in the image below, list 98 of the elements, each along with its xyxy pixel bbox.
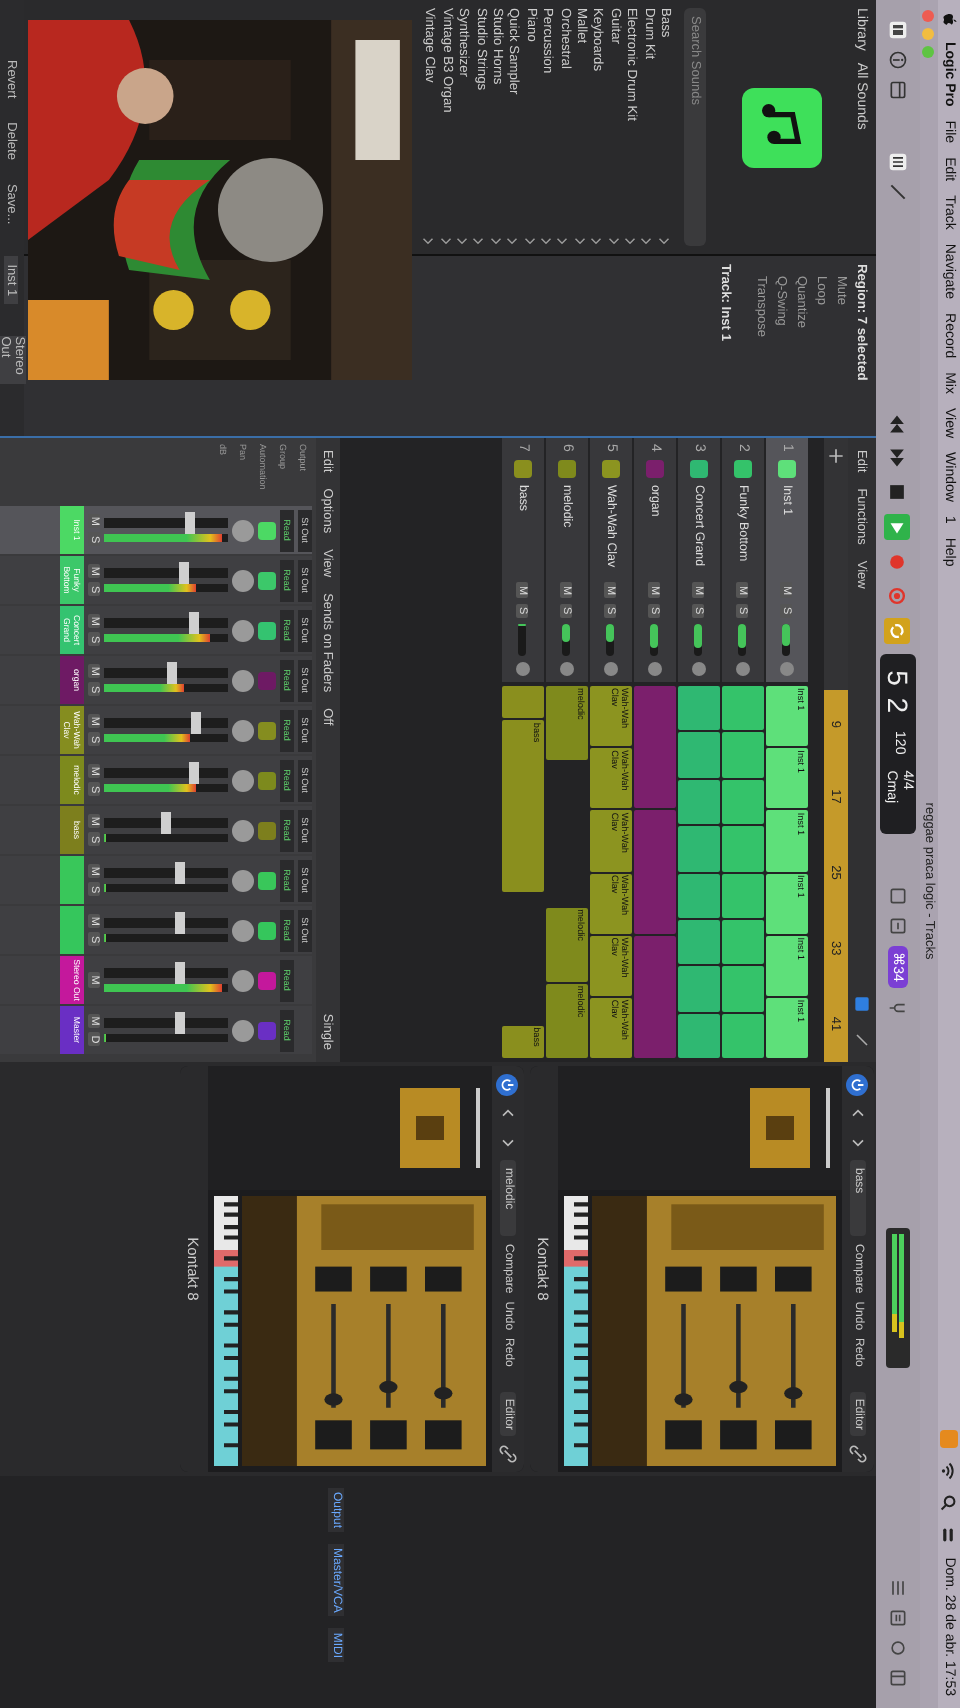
pan-knob[interactable] bbox=[232, 919, 254, 941]
channel-icon bbox=[258, 571, 276, 589]
volume-fader[interactable] bbox=[104, 668, 228, 678]
pan-knob[interactable] bbox=[232, 619, 254, 641]
channel-icon bbox=[258, 871, 276, 889]
pan-knob[interactable] bbox=[516, 662, 530, 676]
library-icon[interactable] bbox=[888, 20, 908, 40]
channel-icon bbox=[258, 971, 276, 989]
channel-icon bbox=[258, 1021, 276, 1039]
play-button[interactable] bbox=[885, 514, 911, 541]
midi-region[interactable] bbox=[722, 1013, 764, 1058]
channel-icon bbox=[258, 621, 276, 639]
toolbar-icon[interactable] bbox=[888, 80, 908, 100]
volume-fader[interactable] bbox=[104, 918, 228, 928]
pan-knob[interactable] bbox=[232, 869, 254, 891]
channel-icon bbox=[258, 671, 276, 689]
volume-fader[interactable] bbox=[104, 868, 228, 878]
volume-fader[interactable] bbox=[104, 968, 228, 978]
pan-knob[interactable] bbox=[232, 819, 254, 841]
midi-region[interactable] bbox=[678, 779, 720, 825]
fast-forward-button[interactable] bbox=[887, 446, 909, 471]
volume-slider[interactable] bbox=[607, 623, 615, 656]
level-meter bbox=[104, 534, 228, 542]
pan-knob[interactable] bbox=[648, 662, 662, 676]
metronome-icon[interactable] bbox=[888, 916, 908, 937]
search-icon[interactable] bbox=[941, 1493, 957, 1512]
midi-region[interactable] bbox=[678, 919, 720, 965]
midi-region[interactable] bbox=[678, 873, 720, 918]
link-icon[interactable] bbox=[498, 1444, 518, 1464]
rewind-button[interactable] bbox=[887, 412, 909, 437]
level-meter bbox=[104, 984, 228, 992]
volume-fader[interactable] bbox=[104, 618, 228, 628]
pan-knob[interactable] bbox=[736, 662, 750, 676]
midi-region[interactable] bbox=[502, 686, 544, 719]
midi-region[interactable] bbox=[678, 686, 720, 731]
info-icon[interactable] bbox=[888, 50, 908, 70]
channel-icon bbox=[258, 821, 276, 839]
position-display: 5 2 bbox=[882, 670, 914, 716]
add-track-icon[interactable] bbox=[826, 446, 846, 466]
volume-fader[interactable] bbox=[104, 718, 228, 728]
cycle-button[interactable] bbox=[885, 618, 911, 645]
level-meter bbox=[104, 684, 228, 692]
level-meter bbox=[104, 834, 228, 842]
level-meter bbox=[104, 884, 228, 892]
volume-fader[interactable] bbox=[104, 1018, 228, 1028]
control-center-icon[interactable] bbox=[941, 1525, 957, 1544]
volume-slider[interactable] bbox=[783, 623, 791, 656]
output-meter-icon bbox=[886, 1227, 910, 1368]
volume-slider[interactable] bbox=[563, 623, 571, 656]
volume-fader[interactable] bbox=[104, 768, 228, 778]
apple-logo-icon[interactable] bbox=[940, 12, 958, 28]
pan-knob[interactable] bbox=[232, 769, 254, 791]
instrument-thumbnail-icon bbox=[750, 1088, 810, 1168]
instrument-thumbnail-icon bbox=[400, 1088, 460, 1168]
volume-fader[interactable] bbox=[104, 818, 228, 828]
pan-knob[interactable] bbox=[560, 662, 574, 676]
channel-icon bbox=[258, 921, 276, 939]
volume-slider[interactable] bbox=[739, 623, 747, 656]
midi-region[interactable] bbox=[722, 873, 764, 918]
power-button[interactable] bbox=[847, 1074, 869, 1096]
level-meter bbox=[104, 584, 228, 592]
channel-icon bbox=[258, 521, 276, 539]
volume-fader[interactable] bbox=[104, 518, 228, 528]
pan-knob[interactable] bbox=[604, 662, 618, 676]
pan-knob[interactable] bbox=[232, 969, 254, 991]
volume-fader[interactable] bbox=[104, 568, 228, 578]
channel-icon bbox=[258, 771, 276, 789]
browser-icon[interactable] bbox=[888, 1667, 908, 1688]
pan-knob[interactable] bbox=[232, 719, 254, 741]
mixer-icon[interactable] bbox=[888, 152, 908, 172]
volume-slider[interactable] bbox=[695, 623, 703, 656]
instrument-patch-icon bbox=[742, 87, 822, 167]
level-meter bbox=[104, 784, 228, 792]
power-button[interactable] bbox=[497, 1074, 519, 1096]
level-meter bbox=[104, 934, 228, 942]
channel-icon bbox=[258, 721, 276, 739]
volume-slider[interactable] bbox=[651, 623, 659, 656]
midi-region[interactable] bbox=[678, 1013, 720, 1058]
tuner-icon[interactable] bbox=[888, 886, 908, 907]
pan-knob[interactable] bbox=[232, 669, 254, 691]
pan-knob[interactable] bbox=[232, 1019, 254, 1041]
list-icon[interactable] bbox=[888, 1577, 908, 1598]
pan-knob[interactable] bbox=[692, 662, 706, 676]
level-meter bbox=[104, 734, 228, 742]
catch-icon[interactable] bbox=[852, 994, 872, 1014]
link-icon[interactable] bbox=[848, 1444, 868, 1464]
midi-region[interactable] bbox=[722, 919, 764, 965]
pan-knob[interactable] bbox=[232, 519, 254, 541]
stop-button[interactable] bbox=[887, 480, 909, 505]
level-meter bbox=[104, 634, 228, 642]
midi-region[interactable] bbox=[722, 779, 764, 825]
level-meter bbox=[104, 1034, 228, 1042]
midi-region[interactable] bbox=[722, 686, 764, 731]
volume-slider[interactable] bbox=[519, 623, 527, 656]
wifi-icon[interactable] bbox=[941, 1461, 957, 1480]
pan-knob[interactable] bbox=[232, 569, 254, 591]
loop-browser-icon[interactable] bbox=[888, 1637, 908, 1658]
notepad-icon[interactable] bbox=[888, 1607, 908, 1628]
